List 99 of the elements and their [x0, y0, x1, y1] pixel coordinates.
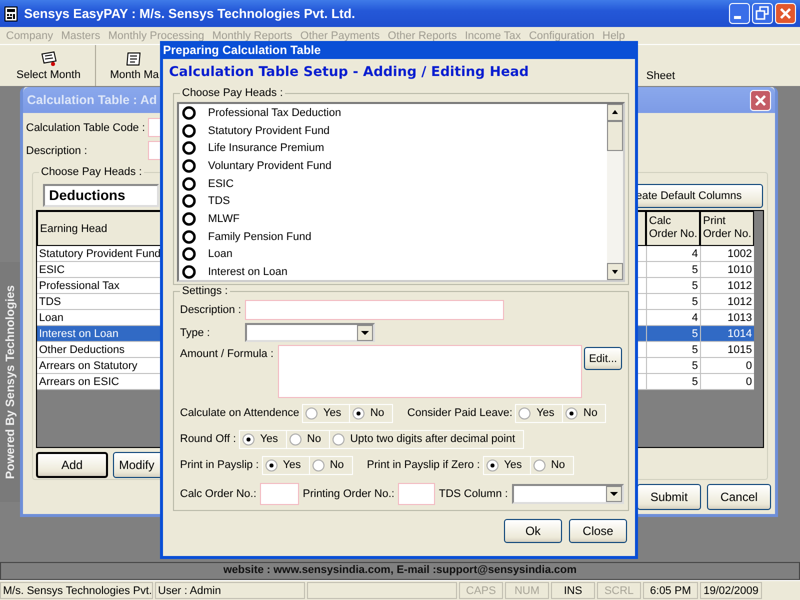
scroll-down-icon[interactable]: [607, 263, 623, 280]
option-label: Round Off :: [180, 433, 236, 445]
pay-head-option[interactable]: Professional Tax Deduction: [179, 104, 607, 122]
radio-icon[interactable]: [182, 247, 196, 262]
dialog-heading: Calculation Table Setup - Adding / Editing Head: [168, 63, 530, 82]
minimize-icon[interactable]: [729, 3, 750, 24]
radio-icon[interactable]: [182, 158, 196, 173]
group-label: Settings :: [180, 285, 230, 297]
footer-text: website : www.sensysindia.com, E-mail :support@sensysindia.com: [223, 564, 577, 576]
edit-button[interactable]: Edit...: [584, 347, 622, 370]
radio-icon[interactable]: [486, 458, 499, 472]
radio-icon[interactable]: [182, 265, 196, 280]
option-label: Calculate on Attendence: [180, 407, 300, 419]
radio-option[interactable]: Yes: [240, 430, 286, 448]
field-label: Type :: [180, 326, 211, 338]
radio-option[interactable]: Upto two digits after decimal point: [330, 430, 524, 448]
field-label: Description :: [180, 304, 242, 316]
scroll-thumb[interactable]: [607, 121, 623, 151]
radio-icon[interactable]: [532, 458, 546, 472]
status-panel: M/s. Sensys Technologies Pvt.: [0, 582, 153, 599]
radio-icon[interactable]: [242, 432, 256, 446]
status-panel: 6:05 PM: [643, 582, 698, 599]
pay-head-option[interactable]: Statutory Provident Fund: [179, 122, 607, 140]
field-label: Printing Order No.:: [302, 488, 394, 500]
calendar-icon: [40, 50, 58, 66]
toolbar-button[interactable]: Sheet: [640, 45, 800, 86]
scrollbar[interactable]: [607, 104, 623, 280]
window-title: Sensys EasyPAY : M/s. Sensys Technologies Pvt. Ltd.: [24, 6, 356, 21]
action-button[interactable]: Cancel: [707, 484, 771, 510]
radio-icon[interactable]: [565, 406, 578, 420]
field-label: Amount / Formula :: [180, 347, 275, 360]
radio-icon[interactable]: [305, 406, 318, 420]
restore-icon[interactable]: [752, 3, 773, 24]
app-icon: [4, 6, 18, 22]
action-button[interactable]: Add: [36, 452, 108, 478]
status-panel: SCRL: [597, 582, 641, 599]
field-label: Calc Order No.:: [180, 488, 256, 500]
radio-option[interactable]: Yes: [303, 404, 350, 422]
option-label: Print in Payslip :: [180, 459, 259, 471]
pay-head-option[interactable]: ESIC: [179, 174, 607, 192]
radio-icon[interactable]: [182, 194, 196, 208]
close-icon[interactable]: [750, 90, 771, 110]
dialog-title: Preparing Calculation Table: [160, 41, 638, 59]
print-order-field[interactable]: [398, 483, 435, 505]
group-label: Choose Pay Heads :: [180, 87, 285, 99]
radio-icon[interactable]: [289, 432, 302, 446]
option-label: Print in Payslip if Zero :: [366, 459, 480, 471]
radio-option[interactable]: No: [563, 404, 606, 422]
description-field[interactable]: [245, 300, 504, 320]
radio-option[interactable]: Yes: [484, 456, 530, 474]
close-icon[interactable]: [775, 3, 796, 24]
calc-order-field[interactable]: [260, 483, 299, 505]
status-panel: User : Admin: [155, 582, 305, 599]
pay-head-dropdown[interactable]: Deductions: [43, 184, 159, 207]
radio-icon[interactable]: [352, 406, 366, 420]
group-label: Choose Pay Heads :: [39, 166, 144, 178]
pay-head-option[interactable]: Interest on Loan: [179, 263, 607, 281]
status-panel: CAPS: [459, 582, 503, 599]
radio-icon[interactable]: [264, 458, 278, 472]
radio-icon[interactable]: [518, 406, 532, 420]
status-panel: 19/02/2009: [700, 582, 762, 599]
dropdown-icon[interactable]: [606, 486, 622, 502]
radio-icon[interactable]: [182, 176, 196, 191]
notepad-icon: [125, 50, 144, 66]
option-label: Consider Paid Leave:: [407, 407, 512, 419]
column-header: Print Order No.: [700, 211, 754, 246]
radio-icon[interactable]: [182, 141, 196, 156]
action-button[interactable]: Close: [569, 519, 627, 543]
radio-option[interactable]: No: [310, 456, 352, 474]
radio-option[interactable]: No: [530, 456, 573, 474]
dialog-title: Calculation Table : Ad: [27, 93, 157, 107]
pay-head-option[interactable]: Voluntary Provident Fund: [179, 157, 607, 175]
status-panel: NUM: [505, 582, 549, 599]
radio-option[interactable]: No: [287, 430, 330, 448]
formula-field[interactable]: [278, 345, 582, 398]
pay-head-option[interactable]: MLWF: [179, 210, 607, 228]
radio-option[interactable]: Yes: [516, 404, 562, 422]
pay-head-option[interactable]: Loan: [179, 246, 607, 264]
radio-icon[interactable]: [182, 212, 196, 226]
action-button[interactable]: Ok: [504, 519, 562, 543]
field-label: Description :: [26, 144, 88, 156]
scroll-up-icon[interactable]: [607, 104, 623, 121]
dropdown-icon[interactable]: [357, 324, 373, 340]
radio-icon[interactable]: [312, 458, 325, 472]
status-panel: INS: [551, 582, 595, 599]
radio-option[interactable]: No: [350, 404, 392, 422]
side-banner: Powered By Sensys Technologies: [0, 262, 20, 502]
radio-icon[interactable]: [182, 230, 196, 244]
column-header: Calc Order No.: [646, 211, 700, 246]
field-label: Calculation Table Code :: [26, 122, 146, 134]
pay-head-option[interactable]: TDS: [179, 192, 607, 210]
radio-option[interactable]: Yes: [262, 456, 309, 474]
radio-icon[interactable]: [332, 432, 346, 446]
pay-head-option[interactable]: Life Insurance Premium: [179, 139, 607, 158]
pay-head-option[interactable]: Family Pension Fund: [179, 228, 607, 246]
action-button[interactable]: Submit: [637, 484, 701, 510]
radio-icon[interactable]: [182, 106, 196, 120]
field-label: TDS Column :: [438, 488, 508, 500]
radio-icon[interactable]: [182, 124, 196, 138]
